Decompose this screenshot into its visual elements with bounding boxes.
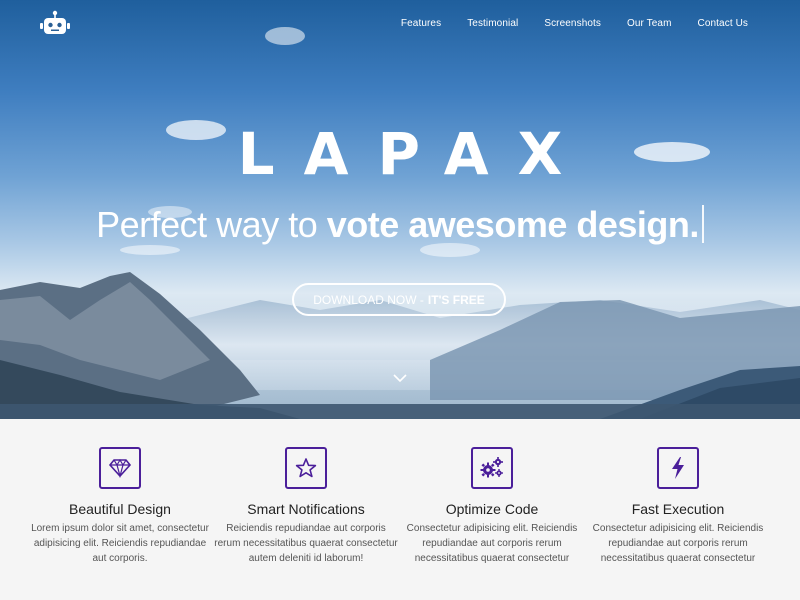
- feature-description: Consectetur adipisicing elit. Reiciendis…: [592, 523, 764, 564]
- feature-description: Consectetur adipisicing elit. Reiciendis…: [406, 523, 578, 564]
- brand-title: LAPAX: [237, 120, 592, 188]
- hero-tagline: Perfect way to vote awesome design.: [0, 204, 800, 246]
- feature-title: Fast Execution: [631, 501, 725, 517]
- feature-smart-notifications: Smart Notifications Reiciendis repudiand…: [213, 447, 399, 566]
- features-section: Beautiful Design Lorem ipsum dolor sit a…: [0, 419, 800, 600]
- nav-item-contact-us[interactable]: Contact Us: [698, 18, 748, 29]
- diamond-icon: [99, 447, 141, 489]
- hero-section: Features Testimonial Screenshots Our Tea…: [0, 0, 800, 419]
- tagline-light: Perfect way to: [96, 204, 327, 245]
- feature-optimize-code: Optimize Code Consectetur adipisicing el…: [399, 447, 585, 566]
- robot-icon[interactable]: [38, 10, 72, 36]
- nav-item-testimonial[interactable]: Testimonial: [467, 18, 518, 29]
- nav-item-features[interactable]: Features: [401, 18, 441, 29]
- feature-beautiful-design: Beautiful Design Lorem ipsum dolor sit a…: [27, 447, 213, 566]
- chevron-down-icon[interactable]: [391, 372, 409, 384]
- typing-caret: [701, 205, 704, 243]
- download-button[interactable]: DOWNLOAD NOW - IT'S FREE: [292, 283, 506, 316]
- bolt-icon: [657, 447, 699, 489]
- tagline-bold: vote awesome design.: [326, 204, 700, 245]
- download-button-label: DOWNLOAD NOW -: [313, 292, 424, 307]
- feature-fast-execution: Fast Execution Consectetur adipisicing e…: [585, 447, 771, 566]
- feature-description: Reiciendis repudiandae aut corporis reru…: [214, 523, 398, 564]
- nav-item-screenshots[interactable]: Screenshots: [544, 18, 601, 29]
- feature-title: Optimize Code: [445, 501, 539, 517]
- star-icon: [285, 447, 327, 489]
- download-button-emphasis: IT'S FREE: [427, 292, 485, 307]
- feature-title: Smart Notifications: [247, 501, 365, 517]
- feature-title: Beautiful Design: [69, 501, 171, 517]
- main-nav: Features Testimonial Screenshots Our Tea…: [401, 18, 748, 29]
- nav-item-our-team[interactable]: Our Team: [627, 18, 672, 29]
- gears-icon: [471, 447, 513, 489]
- feature-description: Lorem ipsum dolor sit amet, consectetur …: [31, 523, 209, 564]
